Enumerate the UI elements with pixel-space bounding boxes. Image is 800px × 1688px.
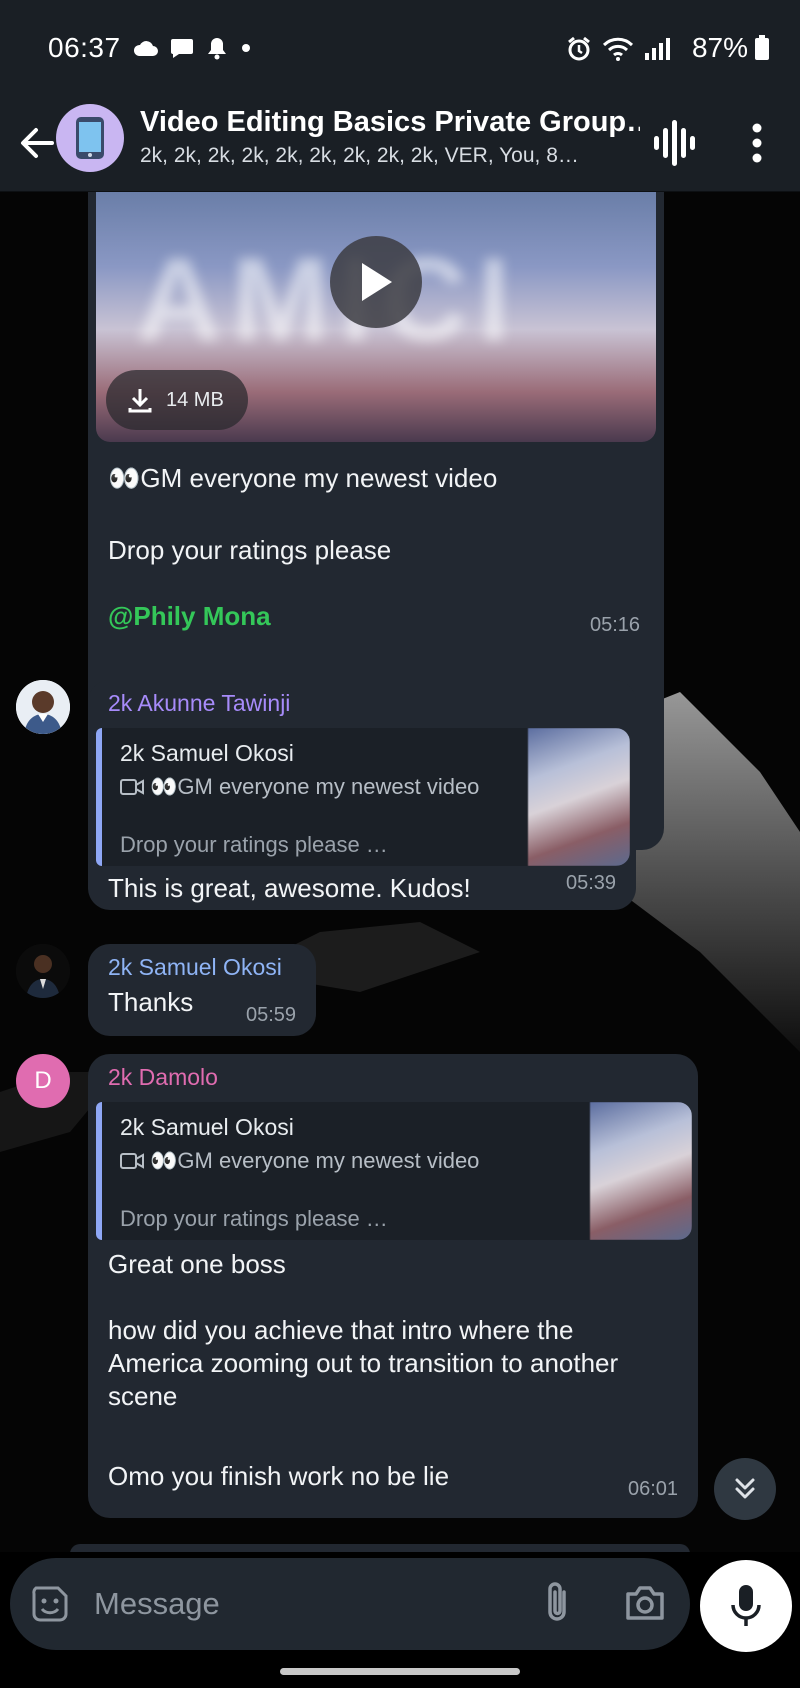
reply-text-line2: Drop your ratings please … bbox=[120, 832, 388, 857]
video-thumbnail[interactable]: AMICI 14 MB bbox=[96, 192, 656, 442]
reply-text-line1: 👀GM everyone my newest video bbox=[150, 774, 480, 799]
double-chevron-down-icon bbox=[735, 1478, 755, 1499]
voice-chat-icon[interactable] bbox=[652, 116, 698, 170]
person-photo bbox=[16, 944, 70, 998]
video-time: 05:16 bbox=[590, 614, 641, 636]
damolo-text-line1: Great one boss bbox=[108, 1249, 286, 1279]
more-options-icon[interactable] bbox=[742, 118, 772, 168]
group-avatar[interactable] bbox=[56, 104, 124, 172]
wifi-icon bbox=[602, 37, 634, 61]
attach-icon[interactable] bbox=[542, 1580, 572, 1626]
sender-akunne[interactable]: 2k Akunne Tawinji bbox=[108, 690, 290, 717]
reply-text-line1: 👀GM everyone my newest video bbox=[150, 1148, 480, 1173]
bell-icon bbox=[208, 38, 226, 60]
sender-samuel[interactable]: 2k Samuel Okosi bbox=[108, 954, 282, 981]
chat-area[interactable]: AMICI 14 MB 👀GM everyone my newest video… bbox=[0, 192, 800, 1552]
home-indicator[interactable] bbox=[280, 1668, 520, 1675]
microphone-icon bbox=[731, 1585, 761, 1626]
sender-damolo[interactable]: 2k Damolo bbox=[108, 1064, 218, 1091]
message-input-bar[interactable]: Message bbox=[10, 1558, 690, 1650]
akunne-text: This is great, awesome. Kudos! bbox=[108, 873, 471, 903]
voice-record-button[interactable] bbox=[700, 1560, 792, 1652]
play-icon bbox=[362, 263, 392, 301]
message-input[interactable]: Message bbox=[94, 1586, 220, 1622]
phone-icon bbox=[76, 117, 104, 159]
damolo-time: 06:01 bbox=[628, 1478, 679, 1500]
video-caption-line1: 👀GM everyone my newest video bbox=[108, 463, 498, 493]
reply-sender: 2k Samuel Okosi bbox=[120, 740, 294, 766]
battery-percent: 87% bbox=[691, 32, 748, 63]
chat-icon bbox=[171, 39, 193, 58]
status-bar: 06:37 87% bbox=[0, 0, 800, 96]
samuel-text: Thanks bbox=[108, 987, 194, 1017]
battery-icon bbox=[755, 35, 769, 60]
samuel-time: 05:59 bbox=[246, 1004, 297, 1026]
video-thumb-title: AMICI bbox=[136, 234, 521, 366]
person-photo bbox=[16, 680, 70, 734]
reply-text-line2: Drop your ratings please … bbox=[120, 1206, 388, 1231]
mention-link[interactable]: @Phily Mona bbox=[108, 600, 271, 633]
cloud-icon bbox=[133, 41, 158, 56]
download-chip[interactable]: 14 MB bbox=[106, 370, 248, 430]
damolo-text-line3: Omo you finish work no be lie bbox=[108, 1461, 450, 1491]
alarm-icon bbox=[568, 36, 590, 61]
reply-preview[interactable]: 2k Samuel Okosi 👀GM everyone my newest v… bbox=[96, 728, 630, 866]
video-camera-icon bbox=[120, 1153, 144, 1169]
reply-thumbnail bbox=[590, 1102, 692, 1240]
download-icon bbox=[128, 389, 152, 413]
sticker-icon[interactable] bbox=[30, 1584, 70, 1624]
video-caption-line2: Drop your ratings please bbox=[108, 535, 392, 565]
camera-icon[interactable] bbox=[624, 1584, 666, 1622]
scroll-to-bottom-button[interactable] bbox=[714, 1458, 776, 1520]
video-camera-icon bbox=[120, 779, 144, 795]
damolo-text-question: how did you achieve that intro where the… bbox=[108, 1315, 619, 1411]
status-time: 06:37 bbox=[48, 32, 121, 63]
chat-header: Video Editing Basics Private Group… 2k, … bbox=[0, 96, 800, 192]
avatar-letter: D bbox=[34, 1067, 52, 1094]
reply-thumbnail bbox=[528, 728, 630, 866]
dot-icon bbox=[242, 44, 250, 52]
avatar-damolo[interactable]: D bbox=[16, 1054, 70, 1108]
signal-icon bbox=[645, 38, 670, 60]
avatar-samuel[interactable] bbox=[16, 944, 70, 998]
akunne-time: 05:39 bbox=[566, 872, 617, 894]
reply-sender: 2k Samuel Okosi bbox=[120, 1114, 294, 1140]
next-message-edge bbox=[70, 1544, 690, 1552]
avatar-akunne[interactable] bbox=[16, 680, 70, 734]
reply-preview[interactable]: 2k Samuel Okosi 👀GM everyone my newest v… bbox=[96, 1102, 692, 1240]
download-size: 14 MB bbox=[166, 388, 224, 411]
play-button[interactable] bbox=[330, 236, 422, 328]
back-arrow-icon[interactable] bbox=[12, 118, 62, 168]
group-members[interactable]: 2k, 2k, 2k, 2k, 2k, 2k, 2k, 2k, 2k, VER,… bbox=[140, 144, 640, 168]
group-title[interactable]: Video Editing Basics Private Group… bbox=[140, 106, 640, 139]
